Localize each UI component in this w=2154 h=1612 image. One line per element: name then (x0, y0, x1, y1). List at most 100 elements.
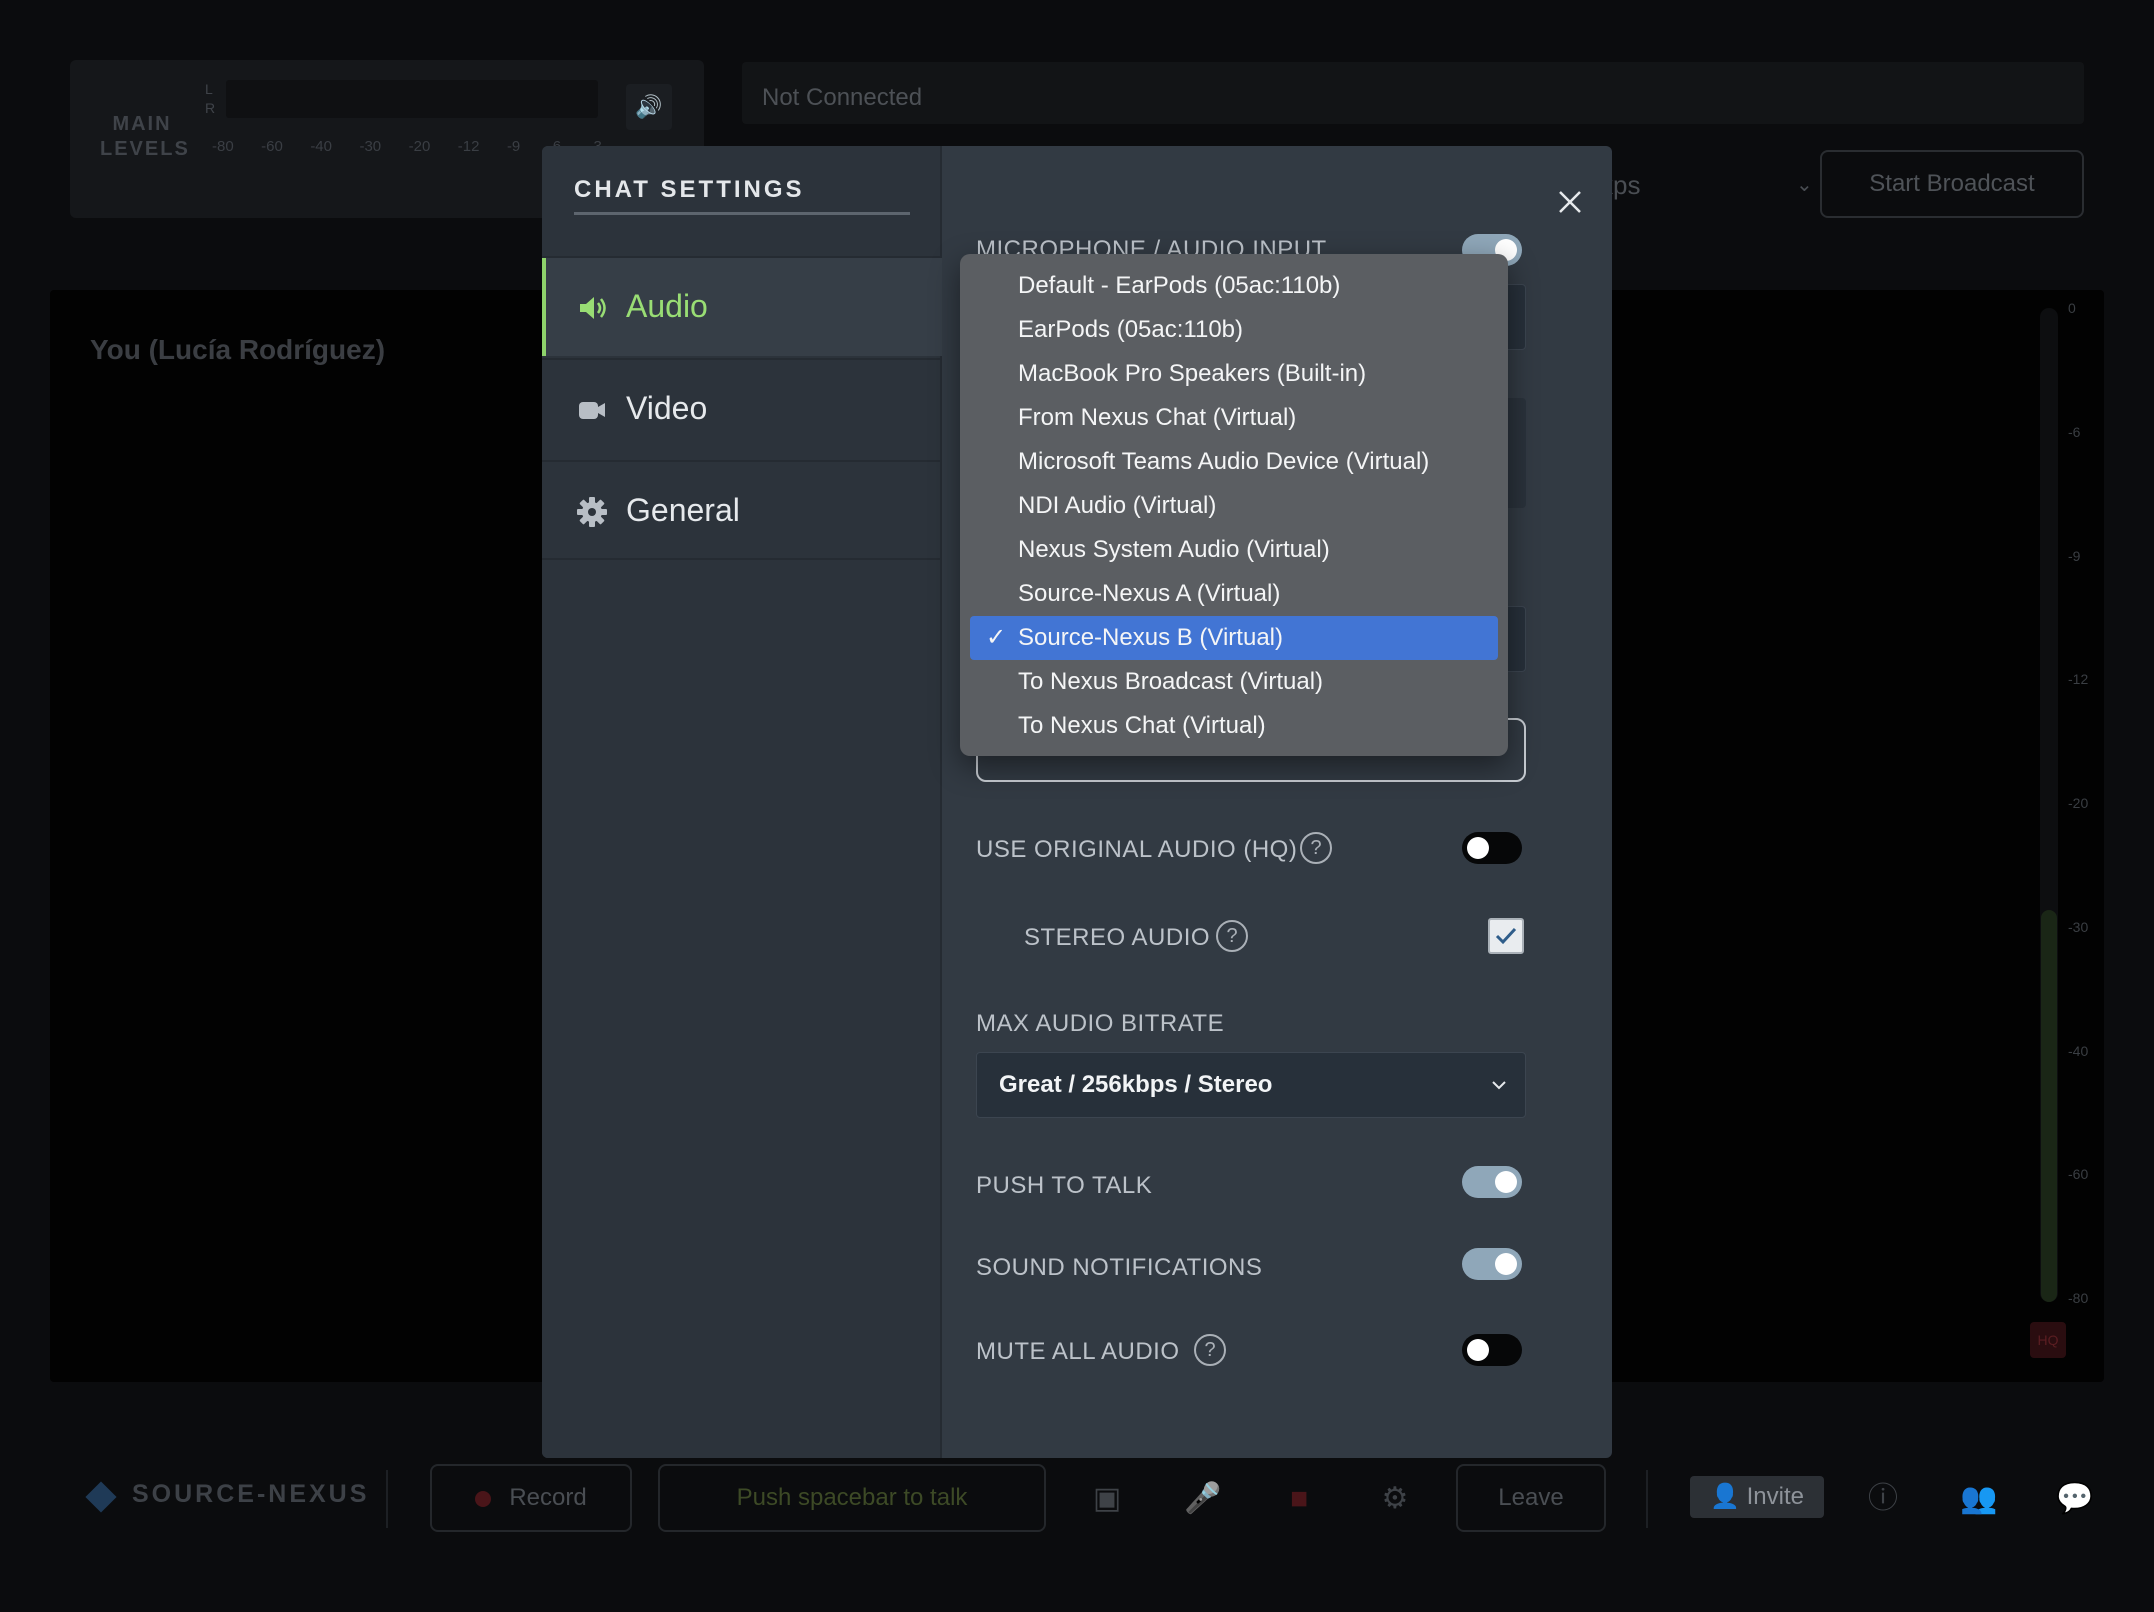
main-levels-label: MAIN LEVELS (100, 113, 190, 160)
nav-item-audio[interactable]: Audio (542, 256, 942, 356)
dropdown-option-label: To Nexus Broadcast (Virtual) (1018, 668, 1324, 695)
nav-label-audio: Audio (626, 288, 708, 324)
dropdown-option[interactable]: NDI Audio (Virtual) (970, 484, 1498, 528)
brand-name: SOURCE-NEXUS (132, 1480, 370, 1508)
dropdown-option[interactable]: MacBook Pro Speakers (Built-in) (970, 352, 1498, 396)
help-icon[interactable]: ? (1300, 832, 1332, 864)
camera-icon (579, 402, 605, 419)
lr-label: L R (205, 81, 216, 116)
meter-tick: -20 (408, 138, 431, 155)
dropdown-option-label: NDI Audio (Virtual) (1018, 492, 1217, 519)
meter-tick: -80 (212, 138, 234, 155)
microphone-icon[interactable]: 🎤 (1180, 1476, 1226, 1522)
meter-tick: -30 (359, 138, 382, 155)
dropdown-option-label: EarPods (05ac:110b) (1018, 316, 1244, 343)
stereo-audio-label: STEREO AUDIO (1024, 924, 1211, 951)
push-to-talk-label: PUSH TO TALK (976, 1172, 1153, 1199)
meter-tick: -80 (2068, 1290, 2089, 1306)
dropdown-option[interactable]: Microsoft Teams Audio Device (Virtual) (970, 440, 1498, 484)
check-icon: ✓ (986, 624, 1007, 651)
dropdown-option[interactable]: Default - EarPods (05ac:110b) (970, 264, 1498, 308)
leave-button[interactable]: Leave (1456, 1464, 1606, 1532)
nav-label-general: General (626, 492, 740, 528)
nav-item-general[interactable]: General (542, 460, 942, 560)
meter-tick: -20 (2068, 795, 2089, 811)
meter-tick: -6 (2068, 423, 2081, 440)
mute-all-toggle[interactable] (1462, 1334, 1522, 1366)
info-icon[interactable]: ⓘ (1860, 1476, 1906, 1522)
help-icon[interactable]: ? (1194, 1334, 1226, 1366)
dropdown-option-label: Source-Nexus A (Virtual) (1018, 580, 1281, 607)
meter-tick: -60 (2068, 1166, 2089, 1183)
mute-all-label: MUTE ALL AUDIO (976, 1338, 1180, 1365)
dropdown-option[interactable]: To Nexus Broadcast (Virtual) (970, 660, 1498, 704)
max-bitrate-value: Great / 256kbps / Stereo (999, 1071, 1273, 1098)
close-icon[interactable] (1550, 182, 1590, 222)
divider (386, 1470, 388, 1528)
dropdown-option[interactable]: From Nexus Chat (Virtual) (970, 396, 1498, 440)
toggle-knob (1495, 1253, 1517, 1275)
meter-tick: -40 (2068, 1042, 2089, 1059)
chat-icon[interactable]: 💬 (2052, 1476, 2098, 1522)
meter-tick: -12 (2068, 671, 2089, 688)
toggle-knob (1467, 1339, 1489, 1361)
hq-badge: HQ (2030, 1322, 2066, 1358)
dropdown-option-label: Nexus System Audio (Virtual) (1018, 536, 1330, 563)
help-icon[interactable]: ? (1216, 920, 1248, 952)
invite-button[interactable]: 👤 Invite (1690, 1476, 1824, 1518)
sound-notifications-toggle[interactable] (1462, 1248, 1522, 1280)
dropdown-option[interactable]: To Nexus Chat (Virtual) (970, 704, 1498, 748)
divider (1646, 1470, 1648, 1528)
participants-icon[interactable]: 👥 (1956, 1476, 2002, 1522)
record-dot-icon (475, 1490, 492, 1507)
add-user-icon: 👤 (1710, 1483, 1740, 1510)
record-button[interactable]: Record (430, 1464, 632, 1532)
meter-tick: -9 (506, 138, 521, 155)
meter-tick: -30 (2068, 918, 2089, 935)
meter-tick: -40 (310, 138, 332, 155)
connection-panel (742, 62, 2084, 124)
dropdown-option-label: MacBook Pro Speakers (Built-in) (1018, 360, 1367, 387)
screen-share-icon[interactable]: ▣ (1084, 1476, 1130, 1522)
main-level-meter (226, 80, 598, 118)
dropdown-option-label: Default - EarPods (05ac:110b) (1018, 272, 1341, 299)
participant-level-fill (2041, 910, 2057, 1302)
max-bitrate-label: MAX AUDIO BITRATE (976, 1010, 1225, 1037)
invite-label: Invite (1746, 1483, 1804, 1510)
record-label: Record (509, 1484, 587, 1511)
connection-status: Not Connected (762, 84, 923, 111)
meter-tick: -60 (261, 138, 283, 155)
settings-gear-icon[interactable]: ⚙ (1372, 1476, 1418, 1522)
start-broadcast-button[interactable]: Start Broadcast (1820, 150, 2084, 218)
toggle-knob (1467, 837, 1489, 859)
chevron-down-icon (1492, 1081, 1506, 1090)
check-icon (1495, 927, 1517, 945)
nav-label-video: Video (626, 390, 708, 426)
speaker-icon (580, 297, 606, 319)
meter-tick: -9 (2068, 547, 2081, 564)
nav-item-video[interactable]: Video (542, 358, 942, 458)
gear-icon (577, 497, 607, 527)
max-bitrate-select[interactable]: Great / 256kbps / Stereo (976, 1052, 1526, 1118)
dropdown-option-label: From Nexus Chat (Virtual) (1018, 404, 1297, 431)
dropdown-option-label: Microsoft Teams Audio Device (Virtual) (1018, 448, 1430, 475)
dropdown-option[interactable]: EarPods (05ac:110b) (970, 308, 1498, 352)
meter-tick: 0 (2068, 300, 2076, 316)
title-underline (574, 212, 910, 215)
dropdown-option-label: Source-Nexus B (Virtual) (1018, 624, 1283, 651)
dropdown-option[interactable]: Nexus System Audio (Virtual) (970, 528, 1498, 572)
speaker-icon[interactable]: 🔊 (626, 84, 672, 130)
stereo-audio-checkbox[interactable] (1488, 918, 1524, 954)
audio-device-dropdown[interactable]: Default - EarPods (05ac:110b) EarPods (05… (960, 254, 1508, 756)
push-to-talk-toggle[interactable] (1462, 1166, 1522, 1198)
chevron-down-icon[interactable]: ⌄ (1796, 172, 1813, 197)
use-original-audio-toggle[interactable] (1462, 832, 1522, 864)
dropdown-option-label: To Nexus Chat (Virtual) (1018, 712, 1266, 739)
active-accent (542, 258, 546, 356)
camera-off-icon[interactable]: ■ (1276, 1476, 1322, 1522)
dropdown-option[interactable]: ✓ Source-Nexus B (Virtual) (970, 616, 1498, 660)
dropdown-option[interactable]: Source-Nexus A (Virtual) (970, 572, 1498, 616)
toggle-knob (1495, 1171, 1517, 1193)
push-to-talk-button[interactable]: Push spacebar to talk (658, 1464, 1046, 1532)
modal-title: CHAT SETTINGS (574, 176, 805, 203)
